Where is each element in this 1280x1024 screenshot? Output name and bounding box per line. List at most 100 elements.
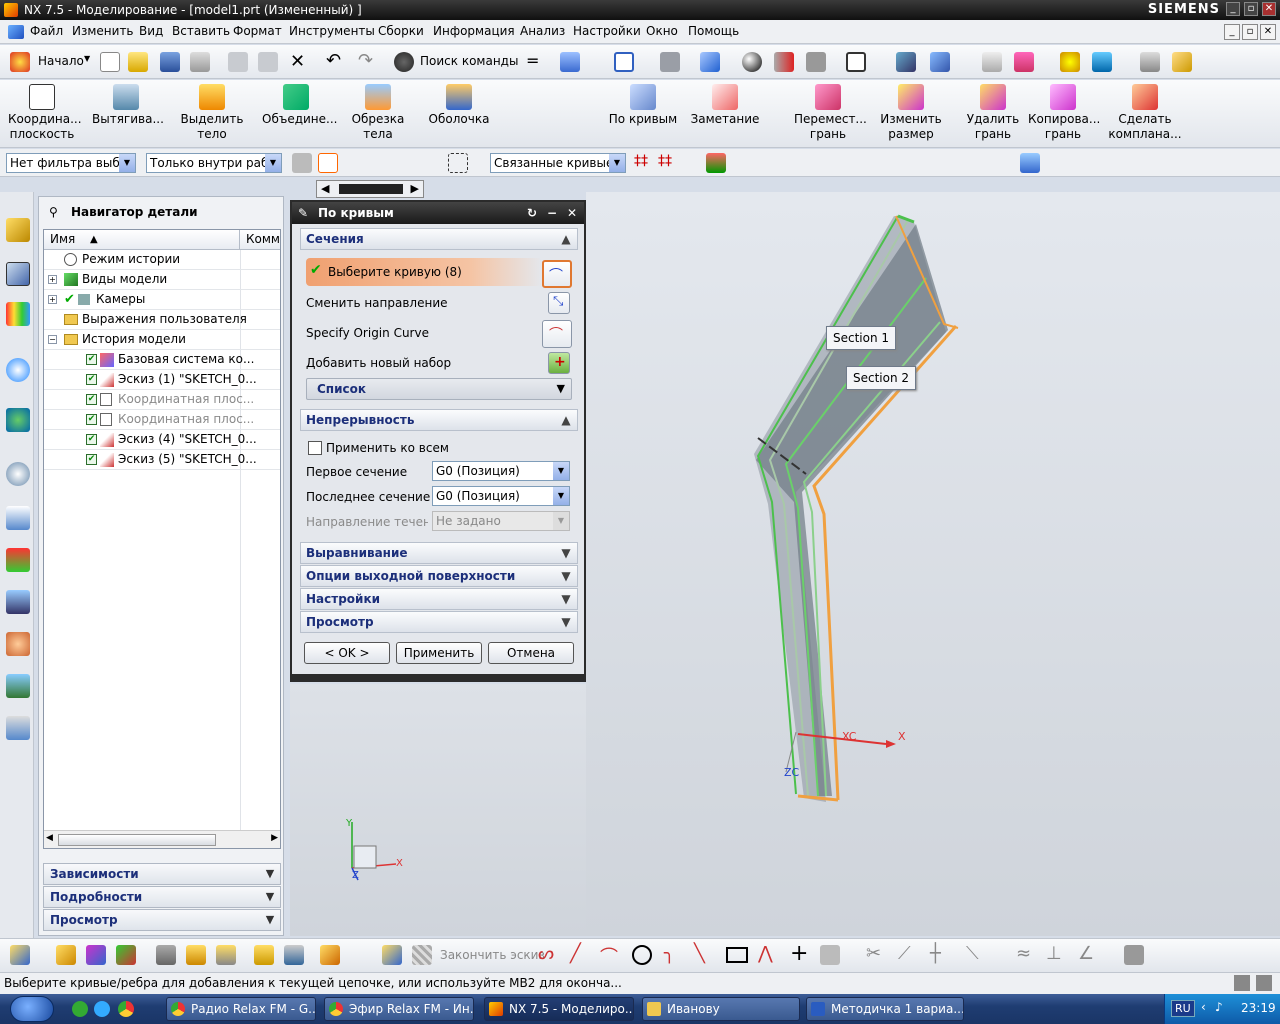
quicklaunch-skype-icon[interactable] — [94, 1001, 110, 1017]
polygon-icon[interactable]: ⋀ — [758, 943, 773, 964]
doc-restore-icon[interactable]: ▫ — [1242, 24, 1258, 40]
cancel-button[interactable]: Отмена — [488, 642, 574, 664]
circle-icon[interactable] — [632, 945, 652, 965]
corner-icon[interactable]: ┼ — [930, 943, 941, 964]
status-icon-b[interactable] — [1256, 975, 1272, 991]
visible-checkbox[interactable]: ✔ — [86, 414, 97, 425]
menu-tools[interactable]: Инструменты — [289, 24, 375, 38]
start-dropdown-icon[interactable]: ▼ — [84, 54, 90, 63]
selection-icon[interactable] — [560, 52, 580, 72]
part-navigator-icon[interactable] — [6, 262, 30, 286]
roles-icon[interactable] — [6, 632, 30, 656]
shell-button[interactable]: Оболочка — [428, 84, 490, 127]
point-sketch-icon[interactable]: + — [790, 941, 808, 966]
tray-arrow-icon[interactable]: ‹ — [1201, 1000, 1206, 1014]
task-efir-relax[interactable]: Эфир Relax FM - Ин... — [324, 997, 474, 1021]
dialog-pin-icon[interactable]: ✎ — [298, 202, 308, 224]
chamfer-icon[interactable]: ╲ — [694, 943, 705, 964]
scroll-right-icon[interactable]: ▶ — [271, 833, 278, 843]
shaded-icon[interactable] — [806, 52, 826, 72]
manufacturing-wizard-icon[interactable] — [6, 548, 30, 572]
menu-assemblies[interactable]: Сборки — [378, 24, 424, 38]
dimension-icon[interactable] — [116, 945, 136, 965]
chevron-up-icon[interactable]: ▲ — [557, 410, 575, 430]
chevron-down-icon[interactable]: ▼ — [260, 864, 280, 884]
select-curve-button[interactable]: ⌒ — [542, 260, 572, 288]
minimize-icon[interactable]: _ — [1226, 2, 1240, 16]
column-name-header[interactable]: Имя ▲ — [44, 230, 240, 250]
undo-icon[interactable]: ↶ — [326, 50, 341, 71]
save-icon[interactable] — [160, 52, 180, 72]
chain-icon[interactable] — [706, 153, 726, 173]
scroll-left-icon[interactable]: ◀ — [321, 182, 329, 195]
info-icon[interactable] — [6, 358, 30, 382]
list-collapsible[interactable]: Список ▼ — [306, 378, 572, 400]
collapse-icon[interactable]: − — [48, 335, 57, 344]
start-button[interactable]: Начало — [38, 54, 84, 68]
datum-plane-button[interactable]: Координа... плоскость — [8, 84, 82, 142]
tree-row-datum-plane-a[interactable]: ✔ Координатная плос... — [44, 390, 280, 410]
chevron-down-icon[interactable]: ▼ — [557, 589, 575, 609]
resize-face-button[interactable]: Изменить размер — [878, 84, 944, 142]
auto-constraint-icon[interactable]: ∠ — [1078, 943, 1094, 964]
sections-group-header[interactable]: Сечения ▲ — [300, 228, 578, 250]
open-folder-icon[interactable] — [128, 52, 148, 72]
unite-button[interactable]: Объедине... — [262, 84, 337, 127]
tree-row-model-history[interactable]: − История модели — [44, 330, 280, 350]
dependencies-section[interactable]: Зависимости ▼ — [43, 863, 281, 885]
follow-fillet-icon[interactable]: ‡‡ — [658, 153, 678, 173]
clip-icon[interactable] — [254, 945, 274, 965]
task-metodichka[interactable]: Методичка 1 вариа... — [806, 997, 964, 1021]
copy-face-button[interactable]: Копирова... грань — [1028, 84, 1100, 142]
command-finder-button[interactable]: Поиск команды — [420, 54, 518, 68]
ruler-icon[interactable] — [1172, 52, 1192, 72]
preview-group-header[interactable]: Просмотр ▼ — [300, 611, 578, 633]
snap-end-icon[interactable] — [1020, 153, 1040, 173]
visible-checkbox[interactable]: ✔ — [86, 394, 97, 405]
background-icon[interactable] — [742, 52, 762, 72]
reuse-library-icon[interactable] — [6, 302, 30, 326]
volume-icon[interactable]: ♪ — [1215, 1000, 1223, 1014]
menu-insert[interactable]: Вставить — [172, 24, 230, 38]
curve-rule-select[interactable]: Связанные кривые ▼ — [490, 153, 626, 173]
general-selection-icon[interactable] — [292, 153, 312, 173]
preview-section[interactable]: Просмотр ▼ — [43, 909, 281, 931]
stop-at-intersection-icon[interactable]: ‡‡ — [634, 153, 654, 173]
chevron-down-icon[interactable]: ▼ — [557, 566, 575, 586]
tree-row-datum-csys[interactable]: ✔ Базовая система ко... — [44, 350, 280, 370]
menu-format[interactable]: Формат — [233, 24, 282, 38]
section-2-label[interactable]: Section 2 — [846, 366, 917, 390]
expand-icon[interactable]: + — [48, 295, 57, 304]
move-object-icon[interactable] — [930, 52, 950, 72]
close-icon[interactable]: ✕ — [1262, 2, 1276, 16]
apply-button[interactable]: Применить — [396, 642, 482, 664]
tree-row-cameras[interactable]: + ✔ Камеры — [44, 290, 280, 310]
first-section-select[interactable]: G0 (Позиция) ▼ — [432, 461, 570, 481]
delete-face-button[interactable]: Удалить грань — [962, 84, 1024, 142]
graphics-window-lower[interactable]: Y X Z — [290, 684, 586, 936]
trim-body-button[interactable]: Обрезка тела — [348, 84, 408, 142]
visible-checkbox[interactable]: ✔ — [86, 374, 97, 385]
profile-icon[interactable]: ᔕ — [538, 943, 554, 964]
move-face-button[interactable]: Перемест... грань — [794, 84, 867, 142]
scope-select[interactable]: Только внутри рабо ▼ — [146, 153, 282, 173]
trim-icon[interactable]: ✂ — [866, 943, 881, 964]
redo-icon[interactable]: ↷ — [358, 50, 373, 71]
chevron-down-icon[interactable]: ▼ — [557, 382, 565, 395]
fit-view-icon[interactable] — [614, 52, 634, 72]
render-style-icon[interactable] — [660, 52, 680, 72]
last-section-select[interactable]: G0 (Позиция) ▼ — [432, 486, 570, 506]
horizontal-scrollbar[interactable]: ◀ ▶ — [44, 830, 280, 848]
menu-help[interactable]: Помощь — [688, 24, 739, 38]
scroll-thumb[interactable] — [58, 834, 216, 846]
menu-edit[interactable]: Изменить — [72, 24, 134, 38]
pin-icon[interactable]: ⚲ — [49, 205, 58, 219]
constraints-icon[interactable]: ≈ — [1016, 943, 1031, 964]
print-icon[interactable] — [190, 52, 210, 72]
type-filter-arrow-icon[interactable]: ▼ — [119, 154, 135, 172]
doc-minimize-icon[interactable]: _ — [1224, 24, 1240, 40]
reset-icon[interactable]: ↻ — [524, 205, 540, 221]
arc-icon[interactable]: ⌒ — [600, 943, 618, 969]
paste-icon[interactable] — [258, 52, 278, 72]
apply-all-checkbox[interactable] — [308, 441, 322, 455]
